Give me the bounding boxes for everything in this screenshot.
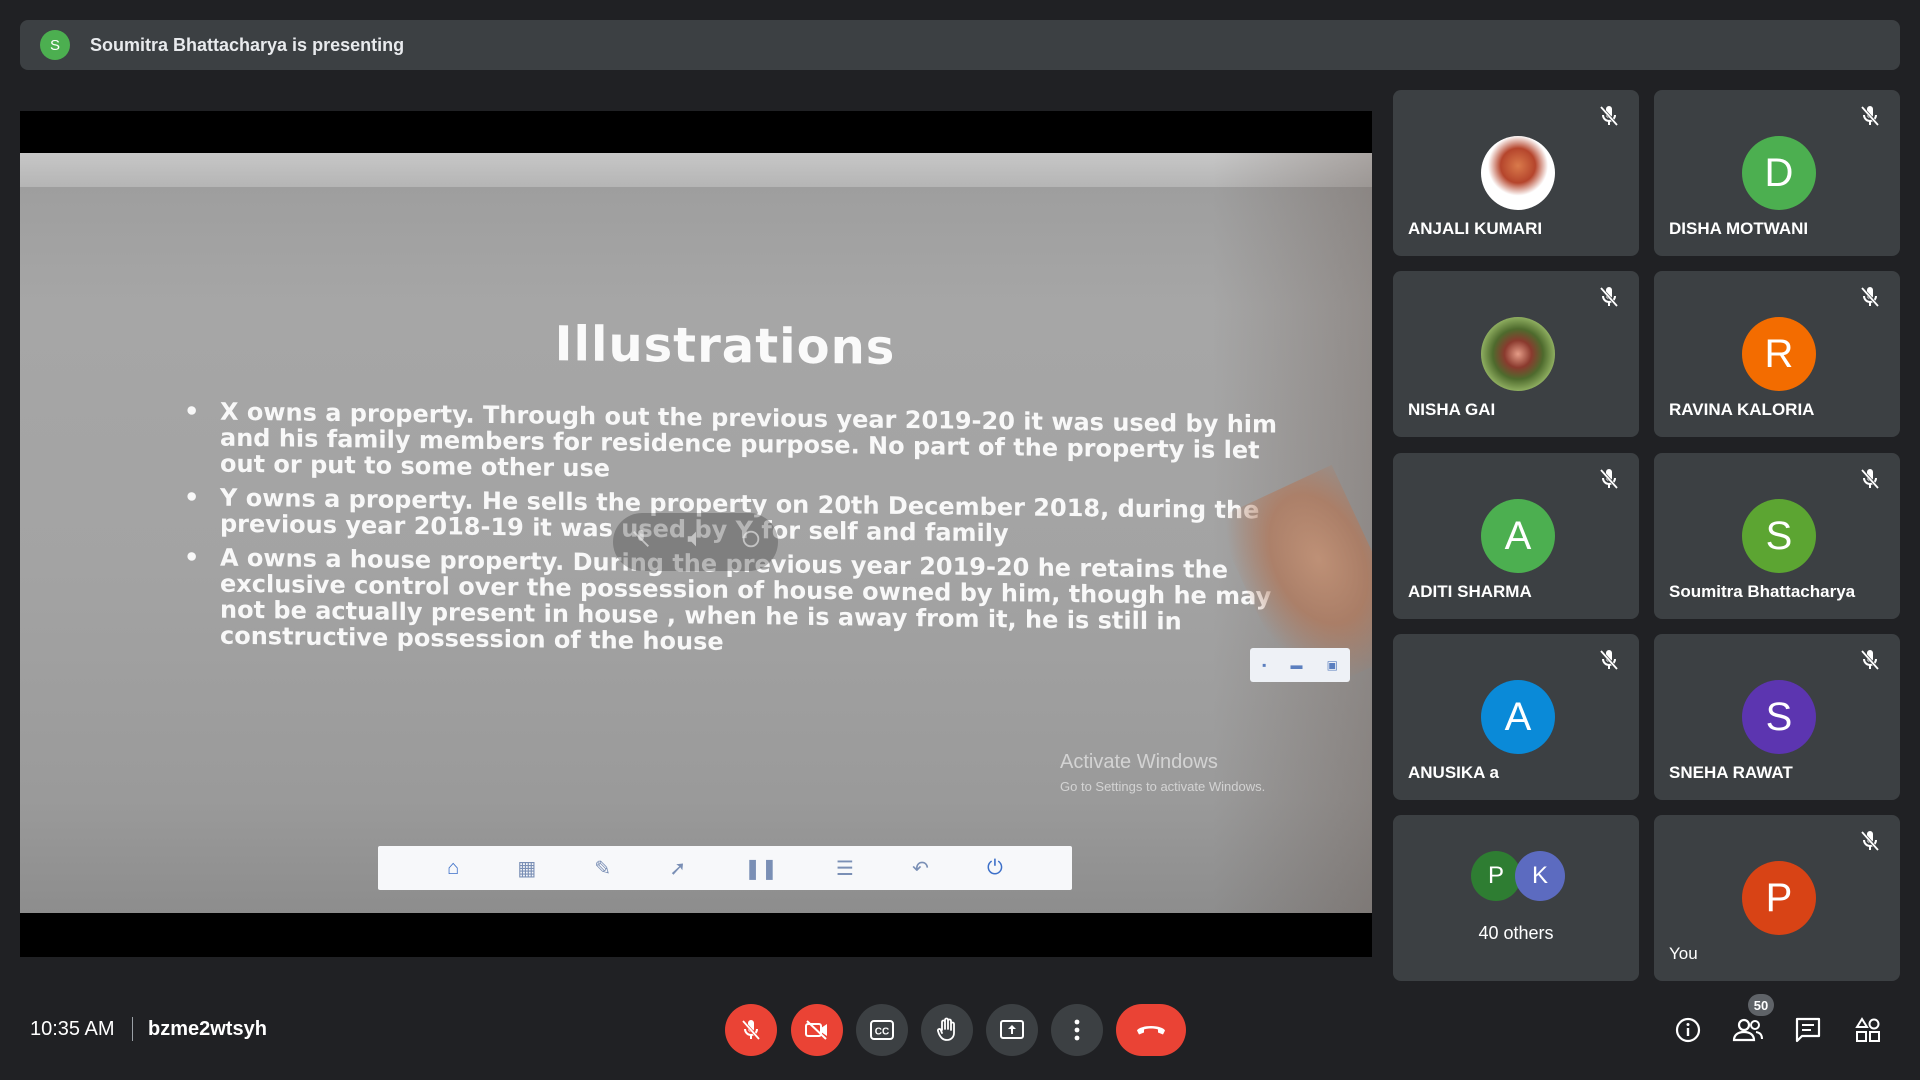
chat-icon	[1795, 1017, 1821, 1043]
mic-toggle-button[interactable]	[725, 1004, 777, 1056]
avatar: A	[1481, 680, 1555, 754]
participant-name: NISHA GAI	[1408, 400, 1496, 419]
more-icon	[740, 528, 762, 556]
present-icon	[1000, 1020, 1024, 1039]
participant-tile[interactable]: NISHA GAI	[1393, 271, 1639, 437]
power-icon: ⏻	[987, 856, 1003, 879]
others-count: 40 others	[1478, 923, 1554, 943]
presenting-text: Soumitra Bhattacharya is presenting	[90, 34, 405, 55]
pen-icon: ✎	[594, 857, 612, 880]
self-tile[interactable]: P You	[1654, 815, 1900, 981]
participant-count-badge: 50	[1748, 994, 1774, 1016]
meeting-time: 10:35 AM	[30, 1018, 115, 1040]
home-icon: ⌂	[447, 856, 460, 879]
more-options-icon	[1074, 1019, 1080, 1041]
grid-icon: ▦	[517, 857, 537, 880]
present-button[interactable]	[986, 1004, 1038, 1056]
participant-tile[interactable]: A ADITI SHARMA	[1393, 453, 1639, 619]
slide-bullet: X owns a property. Through out the previ…	[170, 398, 1310, 490]
mic-off-icon	[1860, 287, 1880, 307]
meeting-details-button[interactable]	[1668, 1010, 1708, 1050]
mic-off-icon	[1599, 650, 1619, 670]
others-tile[interactable]: P K 40 others	[1393, 815, 1639, 981]
speaker-icon	[685, 528, 707, 556]
mic-off-icon	[741, 1020, 761, 1040]
avatar: S	[1742, 499, 1816, 573]
meeting-code: bzme2wtsyh	[148, 1018, 267, 1040]
remote-minibar: ▪ ▬ ▣	[1250, 648, 1350, 682]
avatar	[1481, 136, 1555, 210]
avatar	[1481, 317, 1555, 391]
end-call-icon	[1137, 1026, 1165, 1035]
avatar: A	[1481, 499, 1555, 573]
avatar: S	[1742, 680, 1816, 754]
participant-name: ADITI SHARMA	[1408, 582, 1532, 601]
slide-title: Illustrations	[554, 316, 896, 376]
slide-taskbar: ⌂ ▦ ✎ ➚ ❚❚ ☰ ↶ ⏻	[378, 846, 1072, 890]
mic-off-icon	[1599, 287, 1619, 307]
participant-name: Soumitra Bhattacharya	[1669, 582, 1856, 601]
people-icon	[1732, 1018, 1763, 1042]
avatar: R	[1742, 317, 1816, 391]
participant-name: SNEHA RAWAT	[1669, 763, 1793, 782]
captions-button[interactable]: CC	[856, 1004, 908, 1056]
mic-off-icon	[1860, 831, 1880, 851]
participant-name: DISHA MOTWANI	[1669, 219, 1809, 238]
shared-screen[interactable]: Illustrations X owns a property. Through…	[20, 153, 1372, 913]
info-icon	[1675, 1017, 1701, 1043]
mic-off-icon	[1860, 650, 1880, 670]
participant-tile[interactable]: D DISHA MOTWANI	[1654, 90, 1900, 256]
camera-toggle-button[interactable]	[791, 1004, 843, 1056]
avatar: D	[1742, 136, 1816, 210]
participant-name: ANUSIKA a	[1408, 763, 1499, 782]
participant-name: ANJALI KUMARI	[1408, 219, 1543, 238]
svg-text:CC: CC	[875, 1027, 889, 1038]
participant-tile[interactable]: S Soumitra Bhattacharya	[1654, 453, 1900, 619]
divider	[132, 1017, 133, 1041]
chat-button[interactable]	[1788, 1010, 1828, 1050]
undo-icon: ↶	[912, 857, 929, 880]
presenter-overlay	[613, 513, 778, 571]
participant-tile[interactable]: R RAVINA KALORIA	[1654, 271, 1900, 437]
menu-icon: ☰	[835, 857, 854, 880]
raise-hand-icon	[937, 1017, 955, 1041]
participant-name: You	[1669, 944, 1698, 963]
activate-windows-watermark: Activate Windows Go to Settings to activ…	[1060, 751, 1266, 794]
end-call-button[interactable]	[1116, 1004, 1186, 1056]
participant-tile[interactable]: A ANUSIKA a	[1393, 634, 1639, 800]
mic-off-icon	[1860, 469, 1880, 489]
more-options-button[interactable]	[1051, 1004, 1103, 1056]
avatar: P	[1742, 861, 1816, 935]
participant-name: RAVINA KALORIA	[1669, 400, 1815, 419]
people-button[interactable]	[1728, 1010, 1768, 1050]
mic-off-icon	[1599, 469, 1619, 489]
mic-off-icon	[630, 528, 652, 556]
mic-off-icon	[1599, 106, 1619, 126]
camera-off-icon	[805, 1020, 827, 1040]
presenting-banner: S Soumitra Bhattacharya is presenting	[20, 20, 1900, 70]
captions-icon: CC	[870, 1020, 894, 1040]
avatar: P	[1471, 851, 1521, 901]
mic-off-icon	[1860, 106, 1880, 126]
avatar: K	[1515, 851, 1565, 901]
pointer-icon: ➚	[669, 857, 687, 880]
presentation-stage: Illustrations X owns a property. Through…	[20, 111, 1372, 957]
participant-tile[interactable]: S SNEHA RAWAT	[1654, 634, 1900, 800]
raise-hand-button[interactable]	[921, 1004, 973, 1056]
participant-tile[interactable]: ANJALI KUMARI	[1393, 90, 1639, 256]
pause-icon: ❚❚	[744, 857, 778, 880]
activities-button[interactable]	[1848, 1010, 1888, 1050]
presenter-avatar: S	[40, 30, 70, 60]
activities-icon	[1855, 1017, 1880, 1042]
